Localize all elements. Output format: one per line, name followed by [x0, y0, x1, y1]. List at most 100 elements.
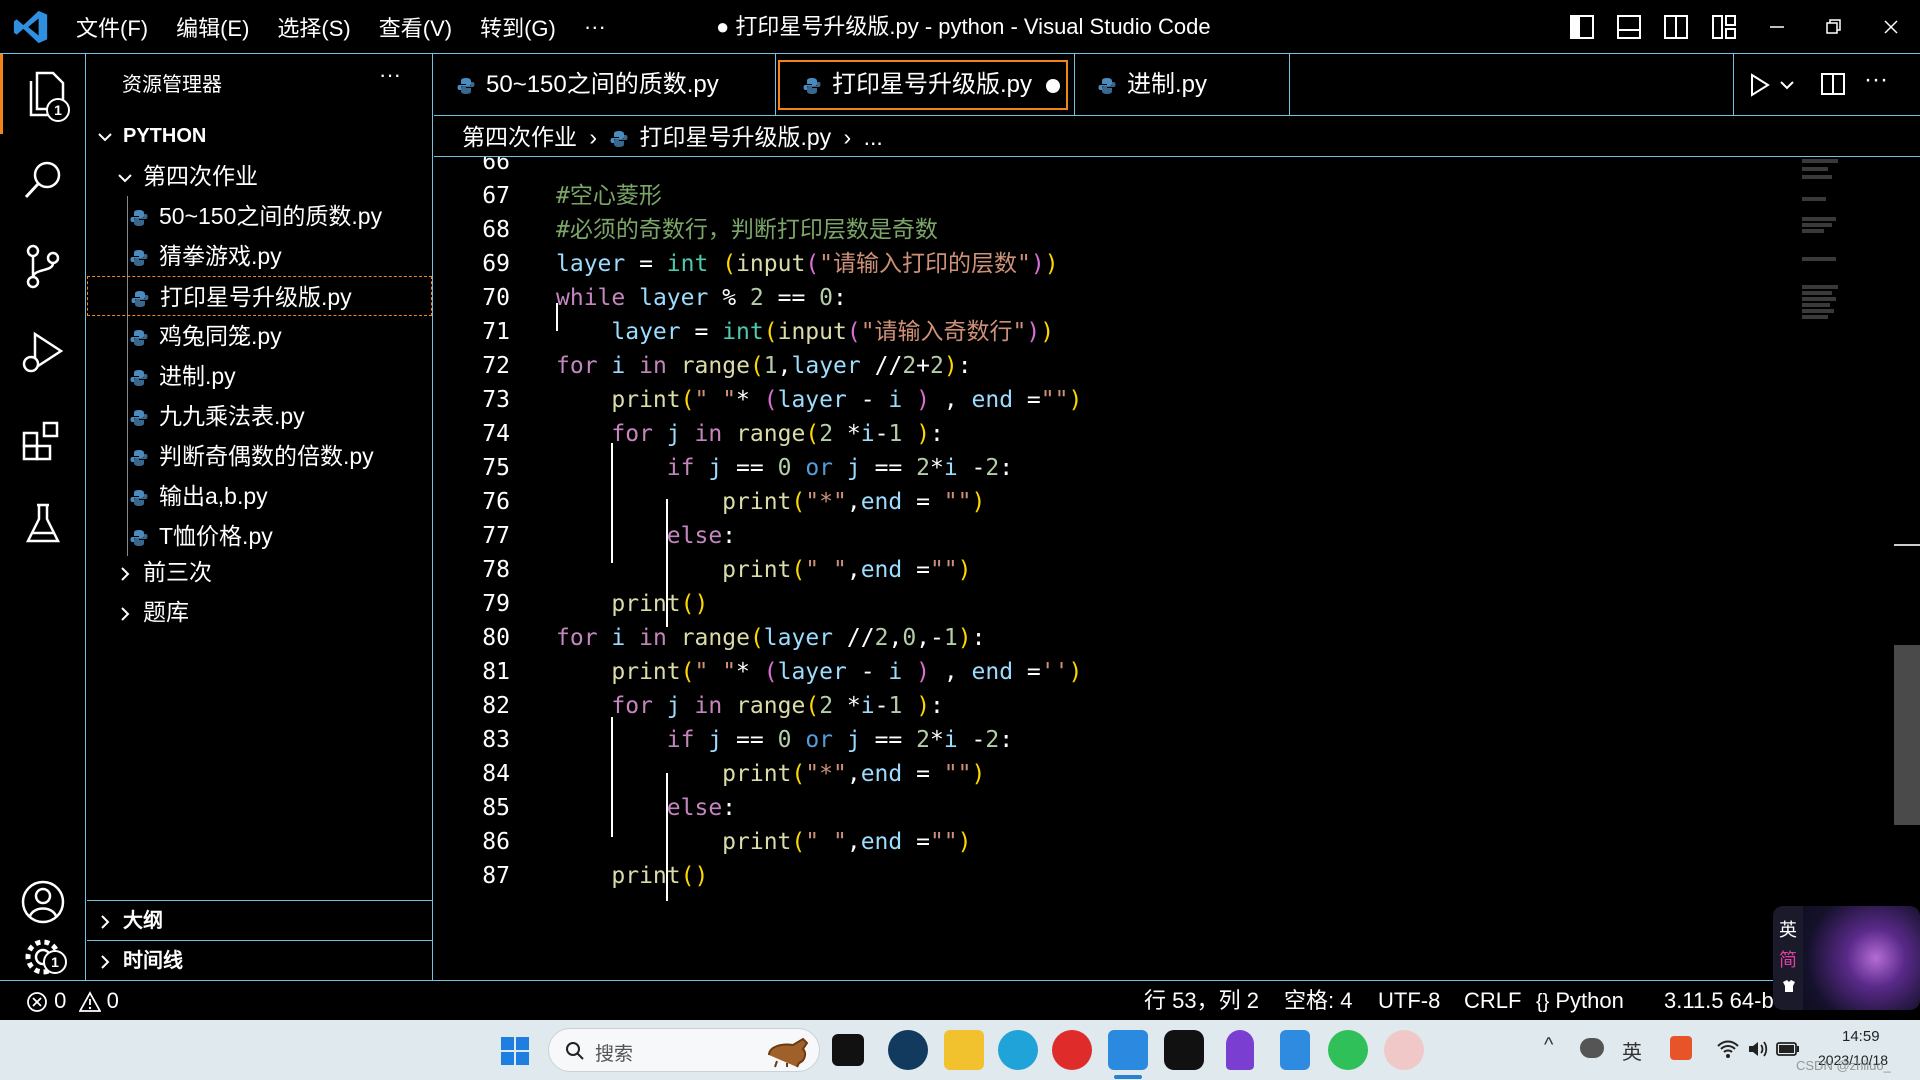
notepad-icon[interactable] [1280, 1030, 1310, 1070]
clock-time[interactable]: 14:59 [1842, 1028, 1880, 1045]
python-file-icon [130, 409, 148, 426]
file-item[interactable]: 输出a,b.py [87, 476, 432, 516]
search-activity[interactable] [0, 140, 86, 220]
toggle-panel-icon[interactable] [1615, 13, 1643, 41]
breadcrumb-file[interactable]: 打印星号升级版.py [639, 124, 831, 150]
timeline-panel-header[interactable]: 时间线 [87, 940, 432, 980]
explorer-activity[interactable]: 1 [0, 54, 86, 134]
restore-icon[interactable] [1820, 14, 1846, 40]
workspace-root[interactable]: PYTHON [87, 116, 432, 156]
tab-primes[interactable]: 50~150之间的质数.py [434, 54, 776, 116]
wifi-icon[interactable] [1716, 1038, 1740, 1060]
ime-skin-icon[interactable] [1781, 978, 1797, 994]
menu-edit[interactable]: 编辑(E) [162, 11, 263, 43]
edge-icon[interactable] [998, 1030, 1038, 1070]
menu-go[interactable]: 转到(G) [466, 11, 570, 43]
code-line-83: if j == 0 or j == 2*i -2: [666, 727, 1014, 753]
folder-previous-three[interactable]: 前三次 [87, 552, 432, 592]
code-editor[interactable]: 66 67 68 69 70 71 72 73 74 75 76 77 78 79 80 81 82 83 84 85… [434, 157, 1920, 980]
line-number: 83 [482, 727, 510, 753]
obsidian-icon[interactable] [1226, 1030, 1254, 1070]
file-item[interactable]: 打印星号升级版.py [87, 276, 432, 316]
sogou-icon[interactable] [1670, 1036, 1692, 1060]
file-item[interactable]: 鸡兔同笼.py [87, 316, 432, 356]
editor-tabs: 50~150之间的质数.py 打印星号升级版.py 进制.py ··· [434, 54, 1920, 116]
breadcrumb-folder[interactable]: 第四次作业 [462, 124, 577, 150]
manage-activity[interactable]: 1 [0, 934, 86, 980]
task-view-icon[interactable] [832, 1034, 864, 1066]
file-item[interactable]: 50~150之间的质数.py [87, 196, 432, 236]
line-endings[interactable]: CRLF [1464, 981, 1521, 1021]
explorer-title: 资源管理器 [122, 74, 222, 96]
tiktok-icon[interactable] [1164, 1030, 1204, 1070]
chevron-down-icon [118, 174, 132, 183]
more-actions-button[interactable]: ··· [1864, 66, 1888, 94]
indentation[interactable]: 空格: 4 [1284, 981, 1352, 1021]
battery-icon[interactable] [1776, 1040, 1800, 1058]
file-item[interactable]: T恤价格.py [87, 516, 432, 556]
minimap[interactable] [1798, 157, 1844, 337]
problems-indicator[interactable]: 0 0 [26, 981, 119, 1021]
menu-selection[interactable]: 选择(S) [263, 11, 364, 43]
folder-question-bank[interactable]: 题库 [87, 592, 432, 632]
file-explorer-icon[interactable] [944, 1030, 984, 1070]
folder-fourth-assignment[interactable]: 第四次作业 [87, 156, 432, 196]
tray-overflow-chevron-icon[interactable]: ^ [1544, 1034, 1553, 1057]
language-mode[interactable]: {} Python [1536, 981, 1624, 1021]
split-editor-icon[interactable] [1820, 71, 1846, 97]
minimize-icon[interactable] [1764, 14, 1790, 40]
windows-start-icon[interactable] [500, 1036, 530, 1066]
code-line-85: else: [666, 795, 737, 821]
breadcrumb-more[interactable]: ... [864, 124, 883, 150]
onedrive-icon[interactable] [1580, 1038, 1604, 1058]
toggle-sidebar-icon[interactable] [1568, 13, 1596, 41]
run-python-icon[interactable] [1746, 72, 1772, 98]
tab-base-conversion[interactable]: 进制.py [1074, 54, 1290, 116]
file-item[interactable]: 九九乘法表.py [87, 396, 432, 436]
run-debug-activity[interactable] [0, 312, 86, 392]
netease-music-icon[interactable] [1052, 1030, 1092, 1070]
testing-activity[interactable] [0, 484, 86, 564]
warning-icon [77, 991, 102, 1013]
taskbar-search[interactable]: 搜索 [548, 1028, 820, 1072]
file-item[interactable]: 进制.py [87, 356, 432, 396]
accounts-activity[interactable] [0, 862, 86, 942]
tab-star-print[interactable]: 打印星号升级版.py [778, 60, 1068, 110]
volume-icon[interactable] [1746, 1038, 1770, 1060]
toggle-secondary-sidebar-icon[interactable] [1662, 13, 1690, 41]
vscode-taskbar-icon[interactable] [1108, 1030, 1148, 1070]
steam-icon[interactable] [888, 1030, 928, 1070]
chevron-right-icon [101, 955, 110, 969]
python-interpreter[interactable]: 3.11.5 64-bi [1664, 981, 1774, 1021]
python-file-icon [130, 329, 148, 346]
extensions-activity[interactable] [0, 400, 86, 480]
file-item[interactable]: 判断奇偶数的倍数.py [87, 436, 432, 476]
ime-mode[interactable]: 简 [1779, 946, 1797, 972]
unsaved-dot-icon[interactable] [1046, 78, 1061, 93]
file-label: 鸡兔同笼.py [159, 323, 282, 349]
explorer-more-button[interactable]: ··· [379, 62, 401, 88]
file-item[interactable]: 猜拳游戏.py [87, 236, 432, 276]
ime-widget[interactable]: 英 简 [1773, 906, 1920, 1010]
run-dropdown-chevron-icon[interactable] [1778, 76, 1796, 94]
wechat-icon[interactable] [1328, 1030, 1368, 1070]
menu-more[interactable]: ··· [570, 14, 620, 40]
tab-label: 50~150之间的质数.py [486, 71, 719, 98]
customize-layout-icon[interactable] [1710, 13, 1738, 41]
menu-view[interactable]: 查看(V) [365, 11, 466, 43]
encoding[interactable]: UTF-8 [1378, 981, 1440, 1021]
source-control-activity[interactable] [0, 226, 86, 306]
file-label: 50~150之间的质数.py [159, 203, 383, 229]
cursor-position[interactable]: 行 53，列 2 [1144, 981, 1259, 1021]
close-icon[interactable] [1878, 14, 1904, 40]
tray-ime-indicator[interactable]: 英 [1622, 1036, 1642, 1065]
window-title: ● 打印星号升级版.py - python - Visual Studio Co… [716, 14, 1211, 39]
ime-lang[interactable]: 英 [1779, 916, 1797, 942]
menu-file[interactable]: 文件(F) [62, 11, 162, 43]
active-app-indicator [1114, 1075, 1142, 1079]
vertical-scrollbar-thumb[interactable] [1894, 645, 1920, 825]
outline-panel-header[interactable]: 大纲 [87, 900, 432, 940]
avatar-app-icon[interactable] [1384, 1030, 1424, 1070]
chevron-right-icon [121, 607, 130, 621]
python-file-icon [1098, 77, 1116, 94]
